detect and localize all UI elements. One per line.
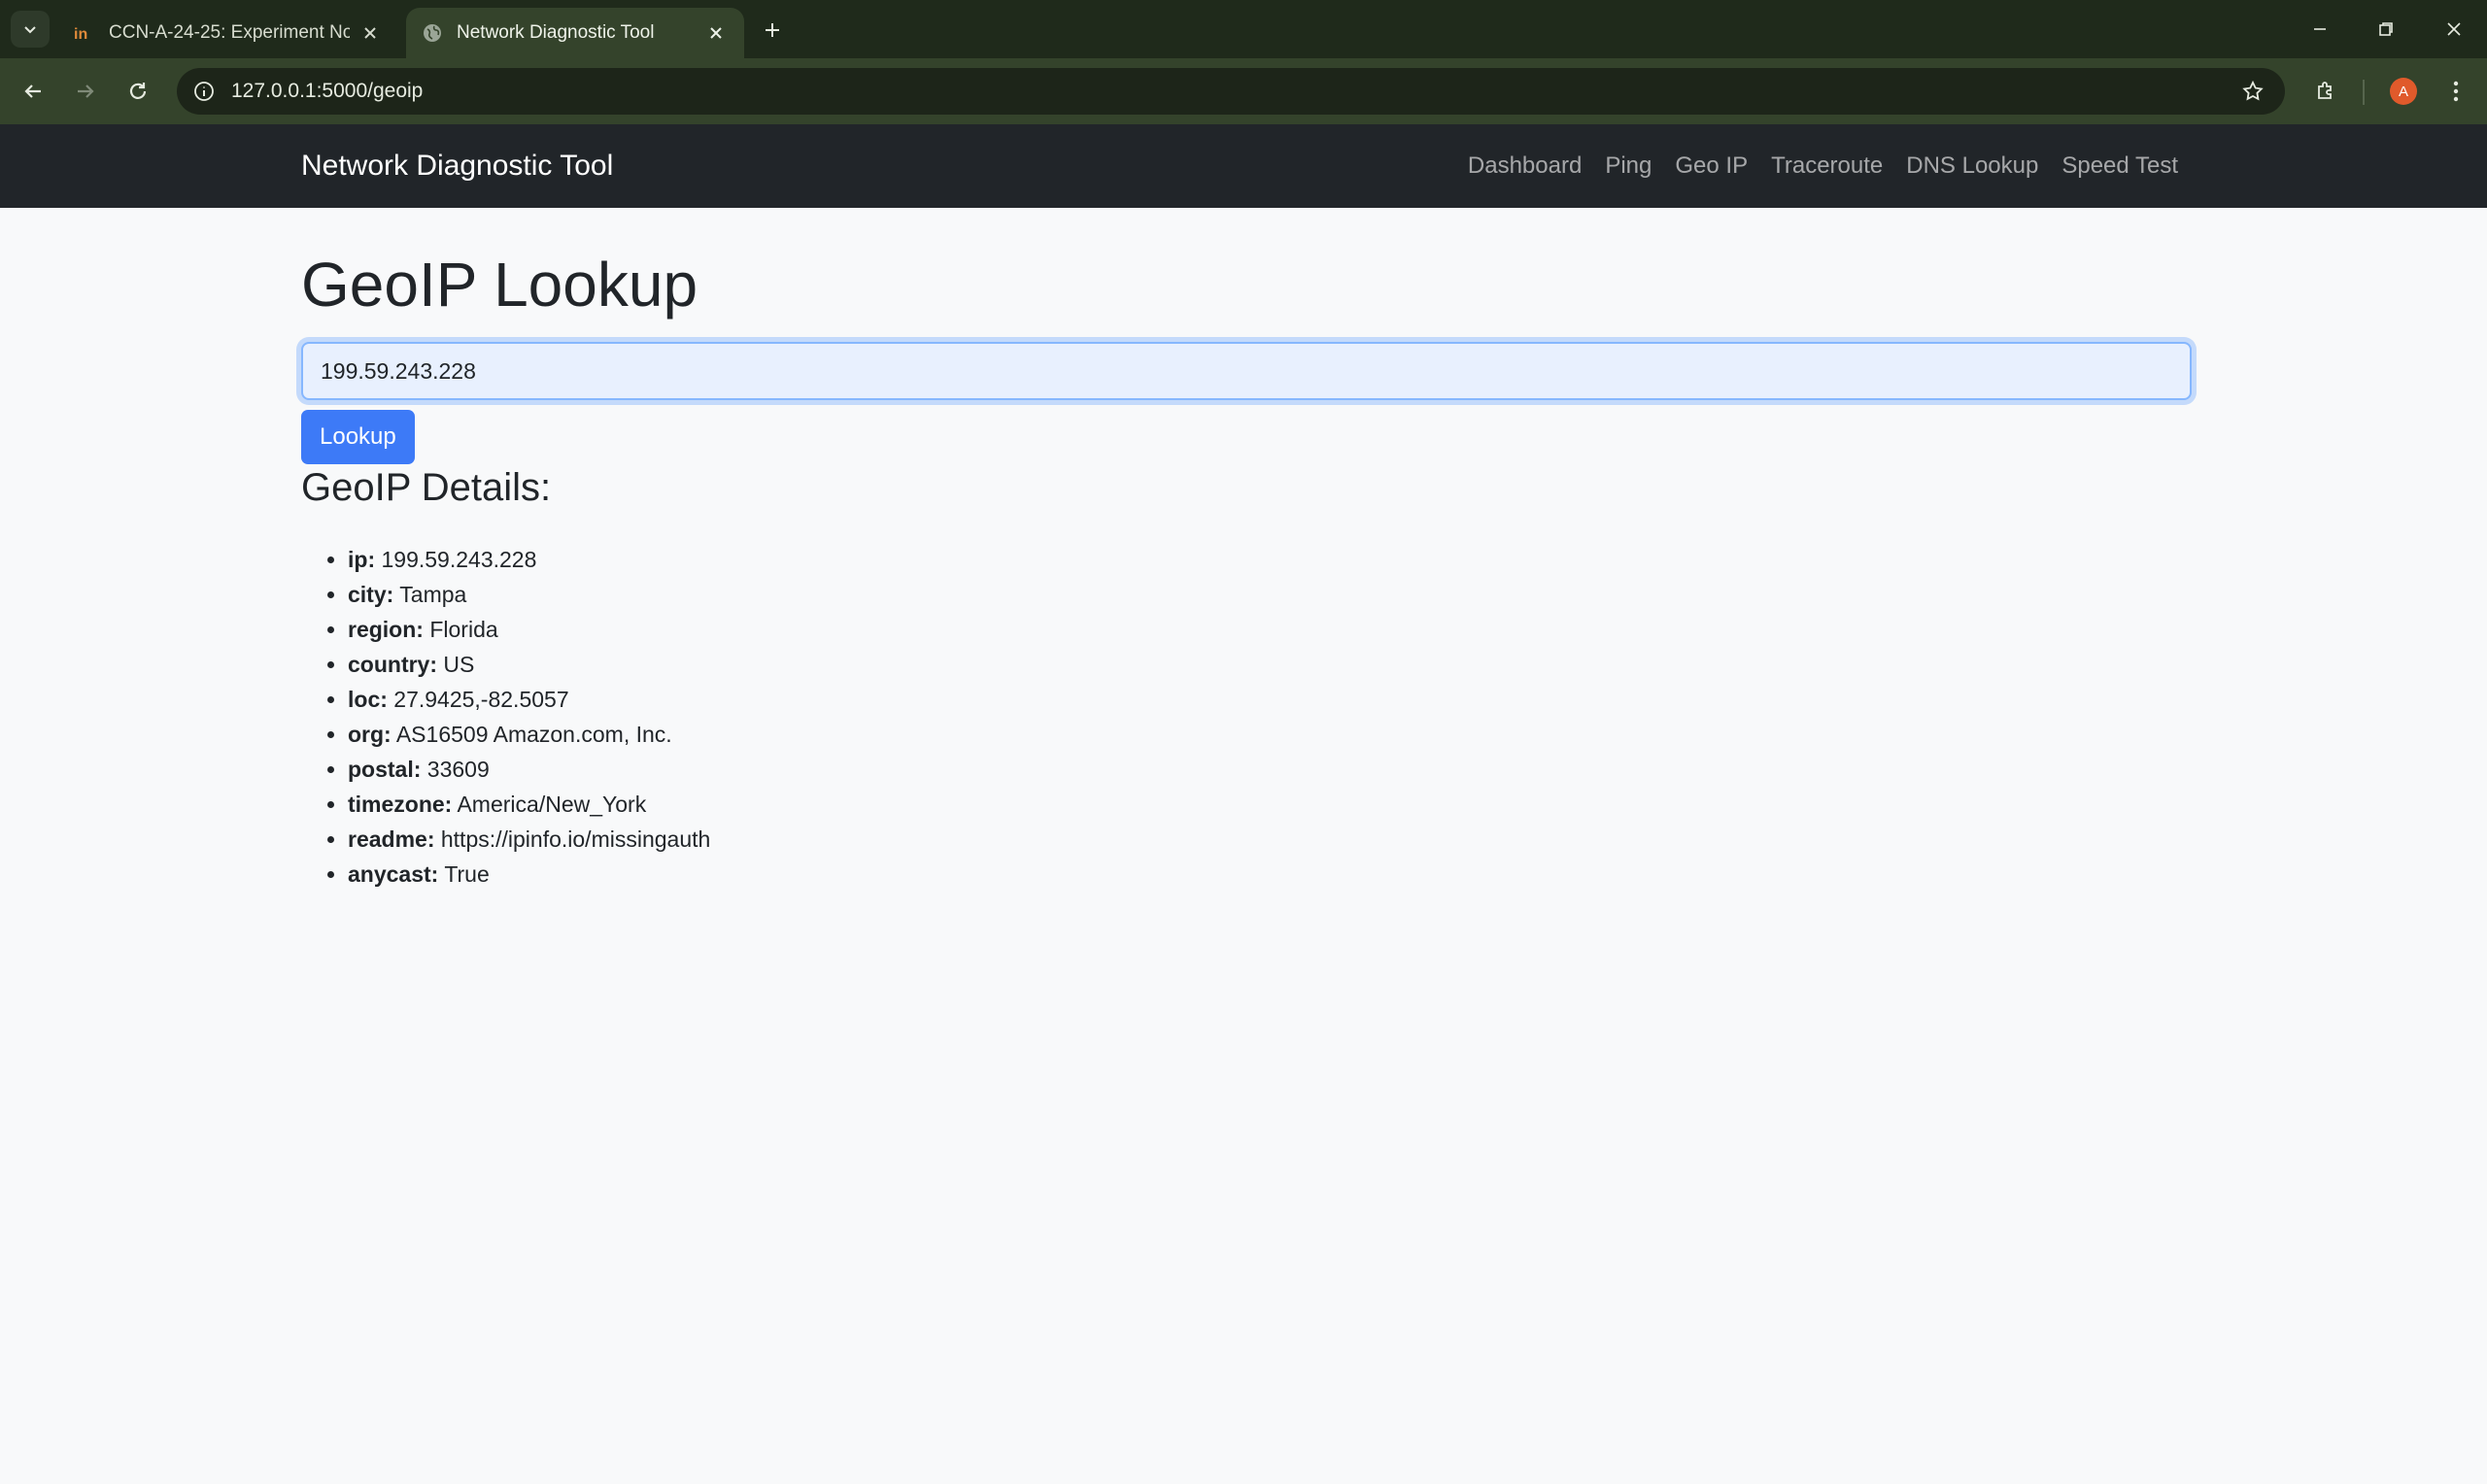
kebab-menu-icon: [2453, 81, 2459, 102]
detail-key: timezone:: [348, 792, 453, 817]
svg-text:in: in: [74, 26, 87, 42]
new-tab-button[interactable]: [756, 14, 789, 47]
puzzle-icon: [2318, 82, 2332, 99]
tab-search-button[interactable]: [11, 11, 50, 48]
bookmark-star-icon[interactable]: [2238, 77, 2267, 106]
navbar-links: Dashboard Ping Geo IP Traceroute DNS Loo…: [1445, 124, 2178, 208]
close-icon: [2447, 22, 2461, 36]
close-icon[interactable]: [358, 20, 383, 46]
tab-network-diagnostic[interactable]: Network Diagnostic Tool: [406, 8, 744, 58]
navbar-brand[interactable]: Network Diagnostic Tool: [301, 124, 613, 208]
detail-value: 199.59.243.228: [381, 547, 537, 572]
tab-title: CCN-A-24-25: Experiment No.0: [109, 22, 350, 43]
list-item: loc: 27.9425,-82.5057: [348, 682, 710, 717]
detail-key: loc:: [348, 687, 388, 712]
ip-address-input[interactable]: [301, 342, 2192, 400]
list-item: postal: 33609: [348, 752, 710, 787]
close-icon[interactable]: [703, 20, 729, 46]
detail-value: Florida: [429, 617, 498, 642]
detail-key: country:: [348, 652, 437, 677]
list-item: org: AS16509 Amazon.com, Inc.: [348, 717, 710, 752]
list-item: anycast: True: [348, 857, 710, 892]
detail-value: Tampa: [399, 582, 467, 607]
detail-value: America/New_York: [457, 792, 647, 817]
reload-button[interactable]: [119, 72, 157, 111]
info-icon[interactable]: [190, 78, 218, 105]
restore-button[interactable]: [2359, 8, 2413, 51]
tab-title: Network Diagnostic Tool: [457, 22, 655, 43]
detail-key: anycast:: [348, 861, 439, 887]
nav-link-dashboard[interactable]: Dashboard: [1468, 152, 1582, 180]
list-item: timezone: America/New_York: [348, 787, 710, 822]
list-item: readme: https://ipinfo.io/missingauth: [348, 822, 710, 857]
menu-button[interactable]: [2436, 72, 2475, 111]
minimize-icon: [2314, 28, 2326, 30]
profile-avatar[interactable]: A: [2390, 78, 2417, 105]
detail-value: True: [444, 861, 490, 887]
nav-link-geo-ip[interactable]: Geo IP: [1675, 152, 1748, 180]
reload-icon: [129, 83, 147, 99]
list-item: country: US: [348, 647, 710, 682]
page-title: GeoIP Lookup: [301, 250, 698, 320]
address-bar[interactable]: 127.0.0.1:5000/geoip: [177, 68, 2285, 115]
arrow-right-icon: [78, 84, 94, 98]
nav-link-ping[interactable]: Ping: [1605, 152, 1652, 180]
detail-value: https://ipinfo.io/missingauth: [440, 826, 711, 852]
detail-value: 33609: [426, 757, 490, 782]
nav-link-traceroute[interactable]: Traceroute: [1771, 152, 1883, 180]
back-button[interactable]: [14, 72, 52, 111]
nav-link-speed-test[interactable]: Speed Test: [2061, 152, 2178, 180]
close-window-button[interactable]: [2427, 8, 2481, 51]
detail-key: region:: [348, 617, 424, 642]
detail-key: readme:: [348, 826, 435, 852]
detail-value: AS16509 Amazon.com, Inc.: [395, 722, 672, 747]
detail-value: US: [443, 652, 475, 677]
details-heading: GeoIP Details:: [301, 466, 552, 509]
restore-icon: [2379, 22, 2393, 36]
forward-button[interactable]: [66, 72, 105, 111]
detail-key: org:: [348, 722, 392, 747]
browser-toolbar: 127.0.0.1:5000/geoip A: [0, 58, 2487, 124]
list-item: ip: 199.59.243.228: [348, 542, 710, 577]
lookup-button[interactable]: Lookup: [301, 410, 415, 464]
arrow-left-icon: [24, 84, 41, 98]
minimize-button[interactable]: [2293, 8, 2347, 51]
globe-icon: [422, 22, 443, 44]
list-item: region: Florida: [348, 612, 710, 647]
extensions-button[interactable]: [2306, 72, 2345, 111]
browser-tabstrip: in CCN-A-24-25: Experiment No.0 Network …: [0, 0, 2487, 58]
list-item: city: Tampa: [348, 577, 710, 612]
detail-key: postal:: [348, 757, 422, 782]
tab-experiment[interactable]: in CCN-A-24-25: Experiment No.0: [58, 8, 398, 58]
detail-key: ip:: [348, 547, 376, 572]
plus-icon: [766, 23, 779, 37]
detail-value: 27.9425,-82.5057: [393, 687, 569, 712]
site-navbar: Network Diagnostic Tool Dashboard Ping G…: [0, 124, 2487, 208]
toolbar-divider: [2363, 80, 2365, 105]
nav-link-dns-lookup[interactable]: DNS Lookup: [1906, 152, 2038, 180]
url-text: 127.0.0.1:5000/geoip: [231, 80, 424, 102]
notion-style-icon: in: [74, 22, 95, 44]
chevron-down-icon: [24, 26, 36, 34]
detail-key: city:: [348, 582, 394, 607]
geoip-details-list: ip: 199.59.243.228 city: Tampa region: F…: [301, 542, 710, 892]
